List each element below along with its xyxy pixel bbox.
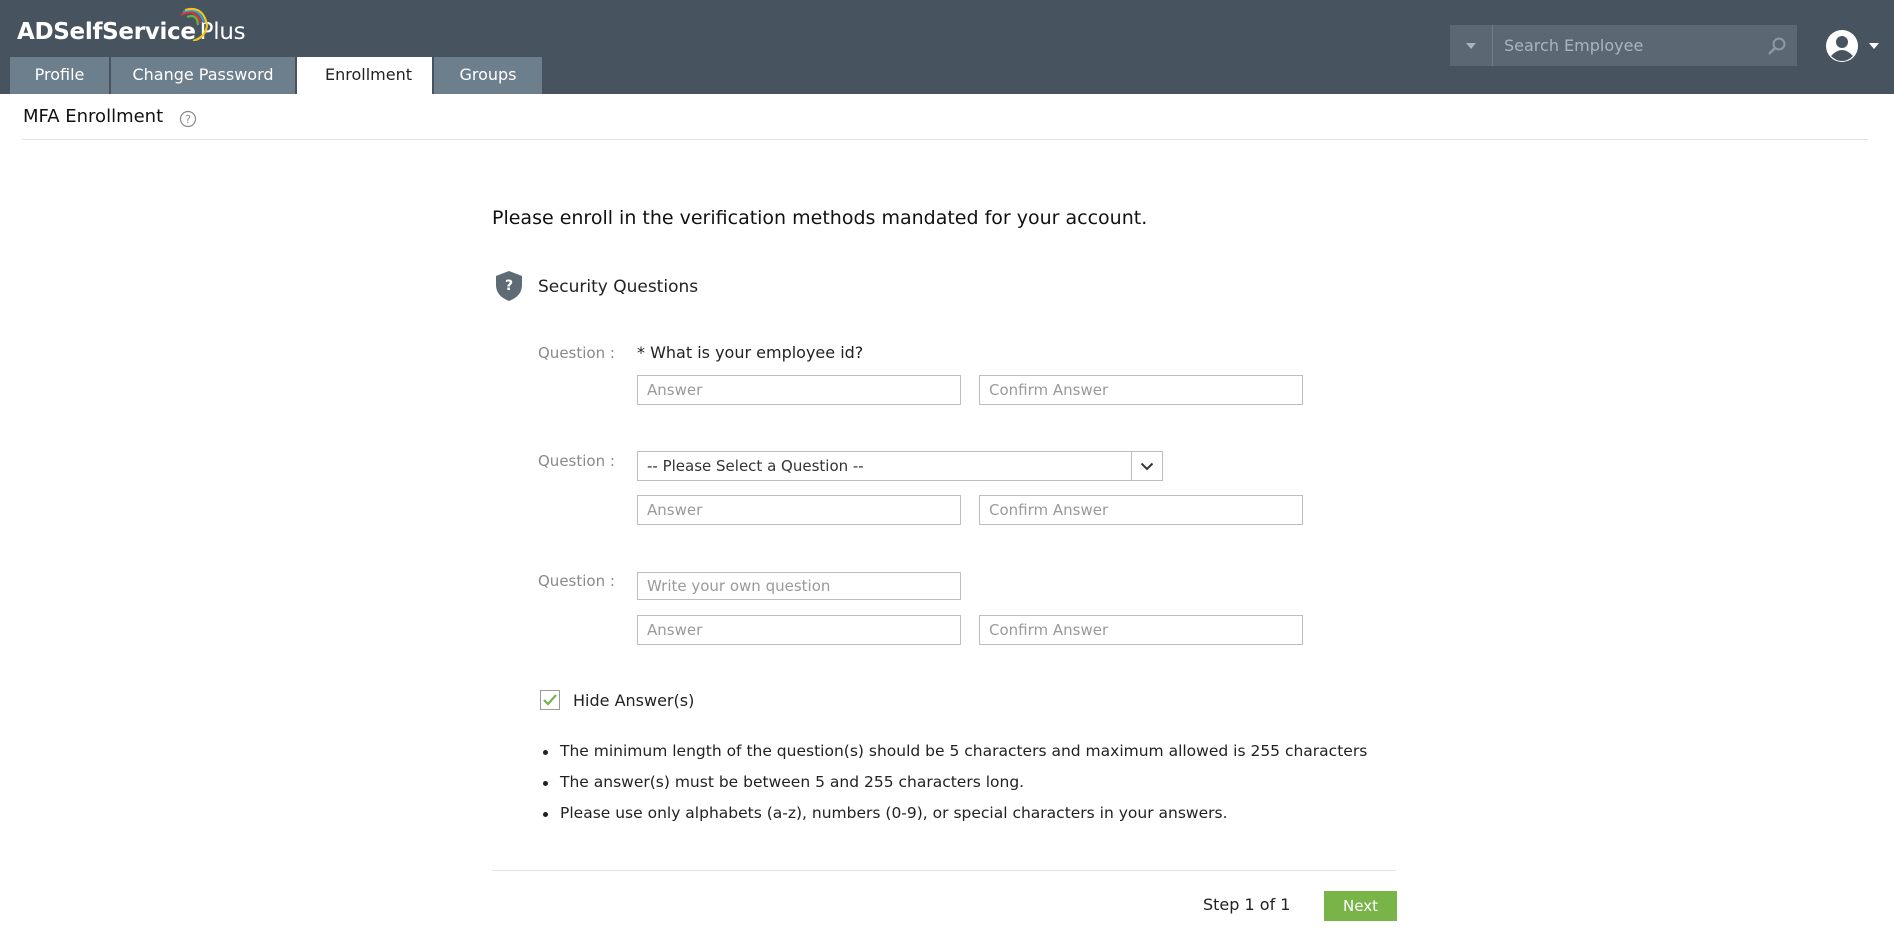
question-text: * What is your employee id? bbox=[637, 343, 864, 362]
question-label: Question : bbox=[538, 572, 615, 590]
confirm-answer-field-1[interactable] bbox=[979, 375, 1303, 405]
step-indicator: Step 1 of 1 bbox=[1203, 895, 1291, 914]
svg-text:?: ? bbox=[505, 278, 513, 294]
checkmark-icon bbox=[543, 694, 557, 706]
question-select-value: -- Please Select a Question -- bbox=[647, 457, 864, 475]
list-item: Please use only alphabets (a-z), numbers… bbox=[540, 804, 1367, 835]
list-item: The answer(s) must be between 5 and 255 … bbox=[540, 773, 1367, 804]
answer-field-3[interactable] bbox=[637, 615, 961, 645]
main-tabs: Profile Change Password Enrollment Group… bbox=[10, 57, 544, 94]
next-button[interactable]: Next bbox=[1324, 891, 1397, 921]
app-logo: ADSelfService Plus bbox=[17, 7, 246, 50]
question-label: Question : bbox=[538, 344, 615, 362]
search-filter-dropdown[interactable] bbox=[1450, 25, 1493, 66]
tab-change-password[interactable]: Change Password bbox=[111, 57, 295, 94]
page-title: MFA Enrollment bbox=[23, 106, 164, 127]
question-label: Question : bbox=[538, 452, 615, 470]
tab-enrollment[interactable]: Enrollment bbox=[297, 57, 432, 94]
footer-divider bbox=[492, 870, 1396, 871]
page-header: MFA Enrollment ? bbox=[22, 98, 1868, 140]
rules-list: The minimum length of the question(s) sh… bbox=[540, 742, 1367, 835]
svg-text:?: ? bbox=[185, 113, 191, 126]
logo-arc-icon bbox=[180, 7, 209, 41]
employee-search bbox=[1450, 25, 1797, 66]
section-title: Security Questions bbox=[538, 277, 699, 297]
search-button[interactable] bbox=[1757, 25, 1797, 66]
answer-field-2[interactable] bbox=[637, 495, 961, 525]
confirm-answer-field-3[interactable] bbox=[979, 615, 1303, 645]
question-select[interactable]: -- Please Select a Question -- bbox=[637, 451, 1163, 481]
answer-field-1[interactable] bbox=[637, 375, 961, 405]
tab-profile[interactable]: Profile bbox=[10, 57, 109, 94]
intro-text: Please enroll in the verification method… bbox=[492, 207, 1148, 229]
search-icon bbox=[1768, 37, 1786, 55]
caret-down-icon bbox=[1869, 43, 1879, 49]
logo-text: ADSelfService Plus bbox=[17, 19, 246, 45]
shield-question-icon: ? bbox=[496, 271, 522, 301]
tab-groups[interactable]: Groups bbox=[434, 57, 542, 94]
help-circle-icon[interactable]: ? bbox=[179, 110, 197, 128]
hide-answers-checkbox[interactable] bbox=[540, 690, 560, 710]
user-avatar-icon bbox=[1826, 30, 1858, 62]
list-item: The minimum length of the question(s) sh… bbox=[540, 742, 1367, 773]
search-input[interactable] bbox=[1493, 25, 1757, 66]
user-menu[interactable] bbox=[1824, 27, 1884, 65]
caret-down-icon bbox=[1466, 42, 1476, 49]
top-bar: ADSelfService Plus Profile Change Passwor… bbox=[0, 0, 1894, 94]
hide-answers-label[interactable]: Hide Answer(s) bbox=[573, 691, 694, 710]
chevron-down-icon bbox=[1131, 452, 1162, 480]
confirm-answer-field-2[interactable] bbox=[979, 495, 1303, 525]
custom-question-field[interactable] bbox=[637, 572, 961, 600]
